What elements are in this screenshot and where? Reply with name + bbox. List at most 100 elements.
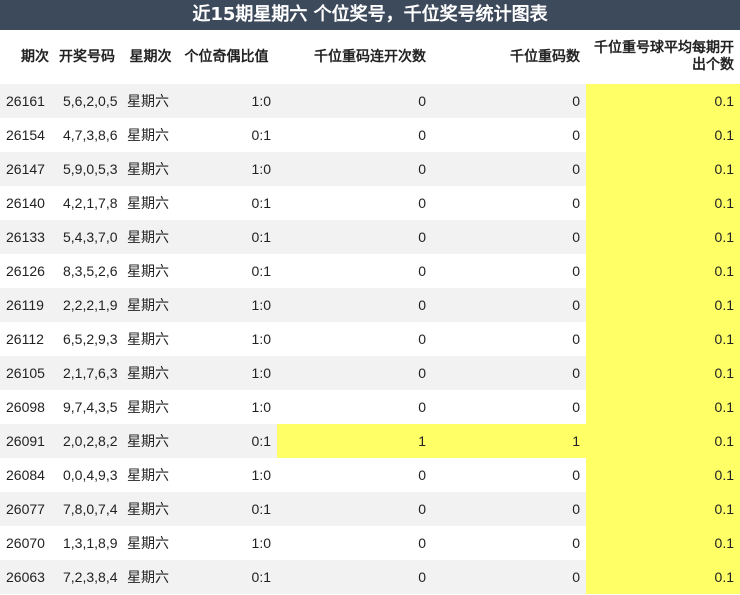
cell-avg-per-period: 0.1 — [586, 492, 740, 526]
cell-avg-per-period: 0.1 — [586, 424, 740, 458]
cell-odd-even-ratio: 1:0 — [182, 322, 277, 356]
cell-period: 26154 — [0, 118, 55, 152]
cell-numbers: 5,6,2,0,5 — [55, 84, 125, 118]
column-header-repeat-count: 千位重码数 — [510, 48, 580, 65]
table-row: 26084 0,0,4,9,3 星期六 1:0 0 0 0.1 — [0, 458, 740, 492]
cell-period: 26147 — [0, 152, 55, 186]
cell-repeat-streak: 0 — [277, 84, 432, 118]
cell-repeat-streak: 0 — [277, 492, 432, 526]
cell-numbers: 6,5,2,9,3 — [55, 322, 125, 356]
column-header-period: 期次 — [21, 48, 49, 65]
cell-period: 26105 — [0, 356, 55, 390]
cell-repeat-streak: 1 — [277, 424, 432, 458]
cell-avg-per-period: 0.1 — [586, 390, 740, 424]
cell-weekday: 星期六 — [125, 526, 182, 560]
cell-repeat-streak: 0 — [277, 458, 432, 492]
column-header-repeat-streak: 千位重码连开次数 — [314, 48, 426, 65]
cell-odd-even-ratio: 0:1 — [182, 424, 277, 458]
cell-avg-per-period: 0.1 — [586, 356, 740, 390]
cell-avg-per-period: 0.1 — [586, 118, 740, 152]
table-row: 26077 7,8,0,7,4 星期六 0:1 0 0 0.1 — [0, 492, 740, 526]
cell-numbers: 0,0,4,9,3 — [55, 458, 125, 492]
cell-weekday: 星期六 — [125, 424, 182, 458]
cell-repeat-count: 0 — [432, 458, 586, 492]
cell-weekday: 星期六 — [125, 152, 182, 186]
cell-numbers: 8,3,5,2,6 — [55, 254, 125, 288]
table-row: 26063 7,2,3,8,4 星期六 0:1 0 0 0.1 — [0, 560, 740, 594]
table-body: 26161 5,6,2,0,5 星期六 1:0 0 0 0.1 26154 4,7,3,8,6 星… — [0, 84, 740, 594]
cell-repeat-count: 0 — [432, 186, 586, 220]
table-header: 期次 开奖号码 星期次 个位奇偶比值 千位重码连开次数 千位重码数 千位重号球平… — [0, 30, 740, 84]
cell-numbers: 9,7,4,3,5 — [55, 390, 125, 424]
cell-weekday: 星期六 — [125, 390, 182, 424]
cell-repeat-count: 0 — [432, 356, 586, 390]
cell-repeat-count: 0 — [432, 390, 586, 424]
cell-repeat-count: 0 — [432, 84, 586, 118]
cell-repeat-count: 0 — [432, 254, 586, 288]
table-row: 26133 5,4,3,7,0 星期六 0:1 0 0 0.1 — [0, 220, 740, 254]
cell-weekday: 星期六 — [125, 84, 182, 118]
cell-odd-even-ratio: 1:0 — [182, 526, 277, 560]
cell-period: 26063 — [0, 560, 55, 594]
header-row: 期次 开奖号码 星期次 个位奇偶比值 千位重码连开次数 千位重码数 千位重号球平… — [0, 30, 740, 84]
cell-repeat-streak: 0 — [277, 560, 432, 594]
table-row: 26105 2,1,7,6,3 星期六 1:0 0 0 0.1 — [0, 356, 740, 390]
table-row: 26098 9,7,4,3,5 星期六 1:0 0 0 0.1 — [0, 390, 740, 424]
cell-repeat-streak: 0 — [277, 390, 432, 424]
cell-numbers: 4,7,3,8,6 — [55, 118, 125, 152]
cell-odd-even-ratio: 0:1 — [182, 492, 277, 526]
cell-weekday: 星期六 — [125, 458, 182, 492]
cell-odd-even-ratio: 1:0 — [182, 356, 277, 390]
cell-numbers: 5,9,0,5,3 — [55, 152, 125, 186]
cell-repeat-count: 0 — [432, 118, 586, 152]
table-row: 26161 5,6,2,0,5 星期六 1:0 0 0 0.1 — [0, 84, 740, 118]
cell-repeat-streak: 0 — [277, 220, 432, 254]
cell-avg-per-period: 0.1 — [586, 254, 740, 288]
cell-period: 26077 — [0, 492, 55, 526]
cell-avg-per-period: 0.1 — [586, 458, 740, 492]
cell-odd-even-ratio: 0:1 — [182, 254, 277, 288]
cell-repeat-count: 0 — [432, 560, 586, 594]
cell-avg-per-period: 0.1 — [586, 526, 740, 560]
cell-numbers: 2,2,2,1,9 — [55, 288, 125, 322]
cell-weekday: 星期六 — [125, 186, 182, 220]
cell-repeat-count: 0 — [432, 288, 586, 322]
cell-avg-per-period: 0.1 — [586, 84, 740, 118]
cell-period: 26133 — [0, 220, 55, 254]
cell-repeat-count: 0 — [432, 322, 586, 356]
cell-numbers: 5,4,3,7,0 — [55, 220, 125, 254]
cell-weekday: 星期六 — [125, 560, 182, 594]
table-row: 26147 5,9,0,5,3 星期六 1:0 0 0 0.1 — [0, 152, 740, 186]
cell-repeat-streak: 0 — [277, 322, 432, 356]
cell-odd-even-ratio: 0:1 — [182, 220, 277, 254]
cell-period: 26070 — [0, 526, 55, 560]
cell-period: 26091 — [0, 424, 55, 458]
cell-weekday: 星期六 — [125, 220, 182, 254]
cell-repeat-streak: 0 — [277, 526, 432, 560]
cell-odd-even-ratio: 1:0 — [182, 152, 277, 186]
cell-repeat-count: 0 — [432, 152, 586, 186]
cell-numbers: 7,2,3,8,4 — [55, 560, 125, 594]
table-row: 26140 4,2,1,7,8 星期六 0:1 0 0 0.1 — [0, 186, 740, 220]
cell-repeat-streak: 0 — [277, 356, 432, 390]
cell-numbers: 1,3,1,8,9 — [55, 526, 125, 560]
cell-weekday: 星期六 — [125, 118, 182, 152]
cell-avg-per-period: 0.1 — [586, 560, 740, 594]
cell-avg-per-period: 0.1 — [586, 152, 740, 186]
cell-weekday: 星期六 — [125, 322, 182, 356]
cell-repeat-count: 0 — [432, 492, 586, 526]
cell-period: 26119 — [0, 288, 55, 322]
table-row: 26091 2,0,2,8,2 星期六 0:1 1 1 0.1 — [0, 424, 740, 458]
cell-weekday: 星期六 — [125, 492, 182, 526]
cell-odd-even-ratio: 0:1 — [182, 186, 277, 220]
table-row: 26112 6,5,2,9,3 星期六 1:0 0 0 0.1 — [0, 322, 740, 356]
table-row: 26119 2,2,2,1,9 星期六 1:0 0 0 0.1 — [0, 288, 740, 322]
column-header-odd-even-ratio: 个位奇偶比值 — [184, 48, 269, 65]
table-row: 26154 4,7,3,8,6 星期六 0:1 0 0 0.1 — [0, 118, 740, 152]
cell-odd-even-ratio: 1:0 — [182, 458, 277, 492]
column-header-avg-per-period: 千位重号球平均每期开出个数 — [594, 40, 734, 73]
cell-numbers: 7,8,0,7,4 — [55, 492, 125, 526]
cell-avg-per-period: 0.1 — [586, 288, 740, 322]
cell-avg-per-period: 0.1 — [586, 186, 740, 220]
table-row: 26126 8,3,5,2,6 星期六 0:1 0 0 0.1 — [0, 254, 740, 288]
